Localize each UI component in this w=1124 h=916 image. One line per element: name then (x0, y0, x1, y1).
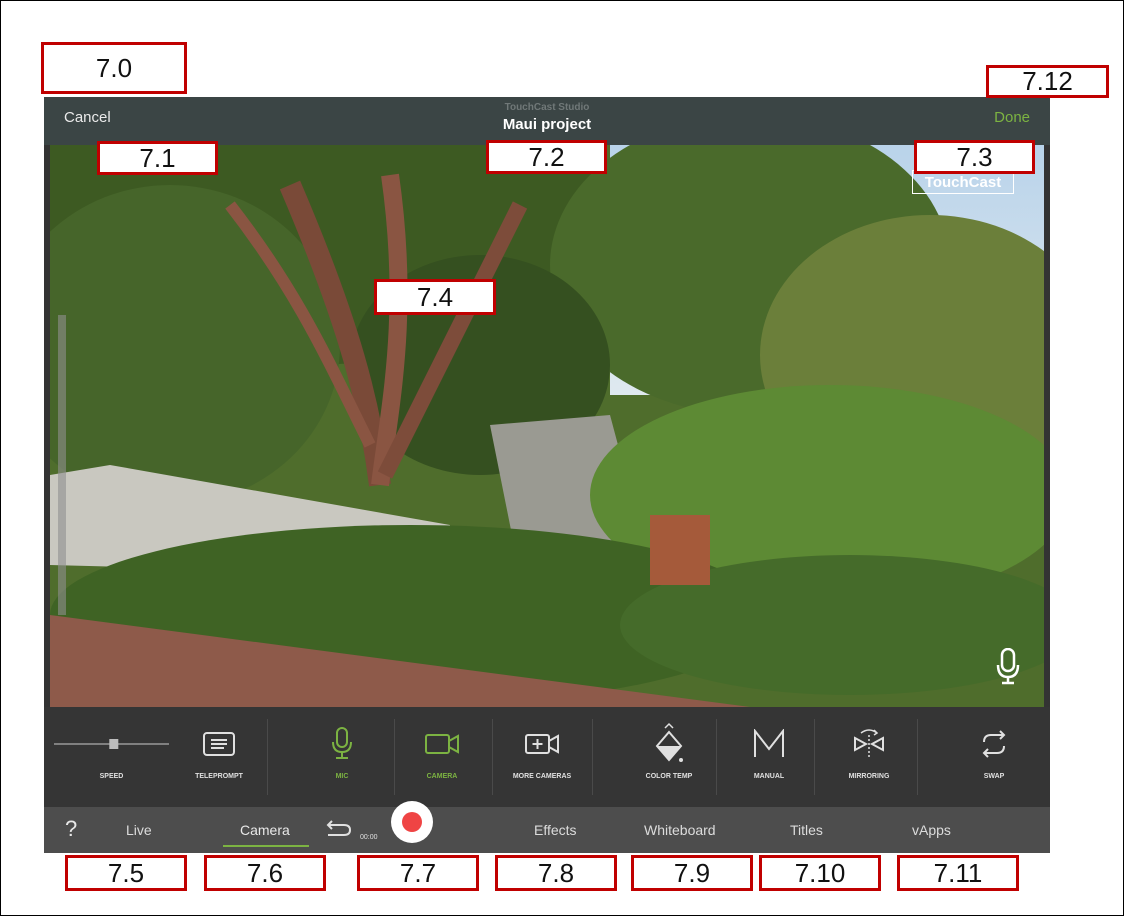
callout-7-12: 7.12 (986, 65, 1109, 98)
callout-7-6: 7.6 (204, 855, 326, 891)
color-temp-button[interactable]: COLOR TEMP (624, 707, 714, 807)
camera-button[interactable]: CAMERA (402, 707, 482, 807)
more-cameras-label: MORE CAMERAS (512, 773, 572, 780)
manual-icon (752, 727, 786, 761)
recording-timer: 00:00 (360, 834, 378, 841)
speed-label: SPEED (99, 773, 124, 780)
help-button[interactable]: ? (65, 816, 77, 842)
active-tab-indicator (223, 845, 309, 847)
tab-vapps[interactable]: vApps (912, 822, 951, 838)
callout-7-8: 7.8 (495, 855, 617, 891)
callout-7-1: 7.1 (97, 141, 218, 175)
toolbar-divider (716, 719, 717, 795)
callout-7-9: 7.9 (631, 855, 753, 891)
toolbar-divider (394, 719, 395, 795)
camera-icon (424, 727, 460, 761)
swap-label: SWAP (983, 773, 1005, 780)
callout-7-10: 7.10 (759, 855, 881, 891)
camera-toolbar: SPEED TELEPROMPT MIC CAMERA MORE CAMERAS… (44, 707, 1050, 807)
teleprompt-label: TELEPROMPT (195, 773, 243, 780)
project-title: Maui project (502, 116, 592, 133)
toolbar-divider (492, 719, 493, 795)
app-subtitle: TouchCast Studio (504, 102, 590, 113)
tab-titles[interactable]: Titles (790, 822, 823, 838)
more-cameras-button[interactable]: MORE CAMERAS (497, 707, 587, 807)
add-camera-icon (524, 727, 560, 761)
manual-button[interactable]: MANUAL (734, 707, 804, 807)
mirroring-icon (852, 727, 886, 761)
callout-7-3: 7.3 (914, 140, 1035, 174)
record-button[interactable] (391, 801, 433, 843)
toolbar-divider (592, 719, 593, 795)
speed-slider[interactable] (54, 727, 169, 761)
callout-7-7: 7.7 (357, 855, 479, 891)
toolbar-divider (917, 719, 918, 795)
bottom-tab-bar: ? Live Camera 00:00 Effects Whiteboard T… (44, 801, 1050, 853)
swap-icon (979, 727, 1009, 761)
touchcast-studio-app: Cancel TouchCast Studio Maui project Don… (44, 97, 1050, 853)
tab-effects[interactable]: Effects (534, 822, 577, 838)
tab-camera[interactable]: Camera (240, 822, 290, 838)
speed-control[interactable]: SPEED (54, 707, 169, 807)
color-temp-icon (654, 722, 684, 762)
mic-icon (331, 727, 353, 761)
camera-label: CAMERA (426, 773, 458, 780)
manual-label: MANUAL (753, 773, 785, 780)
callout-7-2: 7.2 (486, 140, 607, 174)
undo-icon[interactable] (324, 820, 352, 841)
mirroring-button[interactable]: MIRRORING (824, 707, 914, 807)
teleprompt-icon (202, 727, 236, 761)
camera-preview[interactable]: TouchCast (50, 145, 1044, 707)
callout-7-0: 7.0 (41, 42, 187, 94)
color-temp-label: COLOR TEMP (645, 773, 693, 780)
toolbar-divider (814, 719, 815, 795)
toolbar-divider (267, 719, 268, 795)
teleprompt-button[interactable]: TELEPROMPT (179, 707, 259, 807)
tab-live[interactable]: Live (126, 822, 152, 838)
done-button[interactable]: Done (994, 109, 1030, 126)
callout-7-11: 7.11 (897, 855, 1019, 891)
tab-whiteboard[interactable]: Whiteboard (644, 822, 716, 838)
callout-7-5: 7.5 (65, 855, 187, 891)
mic-button[interactable]: MIC (302, 707, 382, 807)
mirroring-label: MIRRORING (848, 773, 890, 780)
top-bar: Cancel TouchCast Studio Maui project Don… (44, 97, 1050, 145)
mic-label: MIC (335, 773, 349, 780)
camera-scene-image (50, 145, 1044, 707)
swap-button[interactable]: SWAP (959, 707, 1029, 807)
callout-7-4: 7.4 (374, 279, 496, 315)
